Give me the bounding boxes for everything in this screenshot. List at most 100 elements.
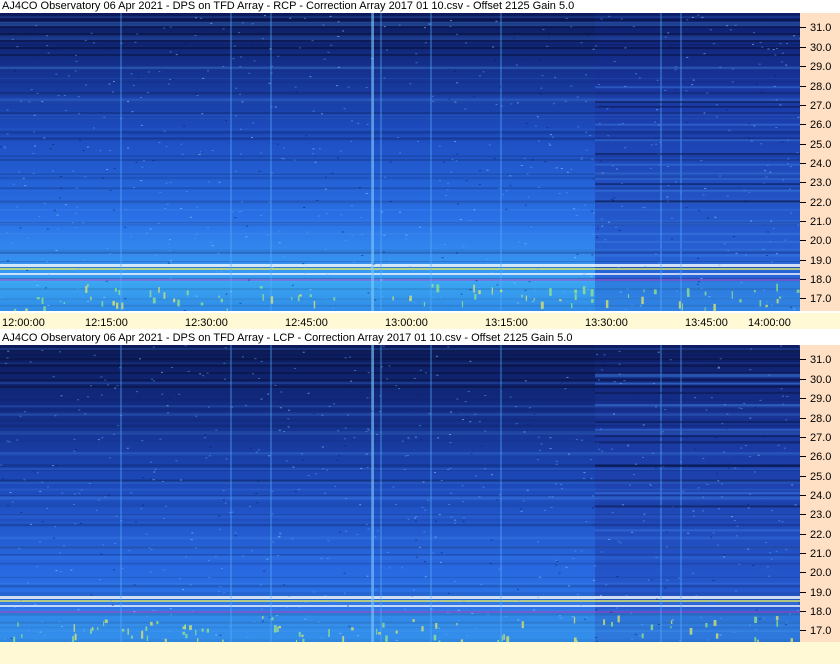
lcp-speckle bbox=[95, 509, 98, 511]
rcp-speckle bbox=[200, 17, 203, 19]
lcp-speckle bbox=[414, 520, 417, 522]
rcp-speckle bbox=[382, 279, 385, 281]
lcp-speckle bbox=[3, 638, 6, 640]
lcp-speckle bbox=[518, 600, 521, 602]
rcp-speckle bbox=[541, 75, 544, 77]
rcp-speckle bbox=[351, 120, 354, 122]
lcp-speckle bbox=[99, 579, 102, 581]
rcp-burst-speck bbox=[678, 301, 681, 309]
lcp-speckle bbox=[266, 558, 269, 560]
rcp-speckle bbox=[218, 181, 221, 183]
rcp-speckle bbox=[671, 238, 674, 240]
lcp-speckle bbox=[141, 504, 144, 506]
rcp-speckle bbox=[239, 302, 242, 304]
rcp-speckle bbox=[92, 127, 95, 129]
rcp-speckle bbox=[513, 37, 516, 39]
rcp-speckle bbox=[34, 145, 37, 147]
rcp-speckle bbox=[534, 125, 537, 127]
lcp-speckle bbox=[662, 431, 665, 433]
lcp-speckle bbox=[723, 451, 726, 453]
rcp-speckle bbox=[381, 211, 384, 213]
rcp-speckle bbox=[357, 123, 360, 125]
rcp-speckle bbox=[495, 103, 498, 105]
rcp-speckle bbox=[456, 33, 459, 35]
lcp-y-tick-mark bbox=[800, 378, 806, 380]
rcp-speckle bbox=[728, 129, 731, 131]
rcp-y-tick-mark bbox=[800, 124, 806, 126]
rcp-speckle bbox=[436, 247, 439, 249]
rcp-speckle bbox=[399, 152, 402, 154]
lcp-speckle bbox=[591, 495, 594, 497]
lcp-speckle bbox=[556, 561, 559, 563]
lcp-speckle bbox=[288, 595, 291, 597]
lcp-speckle bbox=[367, 372, 370, 374]
rcp-burst-speck bbox=[591, 299, 594, 303]
rcp-speckle bbox=[374, 299, 377, 301]
lcp-speckle bbox=[555, 559, 558, 561]
lcp-speckle bbox=[224, 502, 227, 504]
rcp-speckle bbox=[698, 209, 701, 211]
rcp-speckle bbox=[779, 43, 782, 45]
rcp-speckle bbox=[446, 295, 449, 297]
rcp-speckle bbox=[105, 48, 108, 50]
lcp-burst-speck bbox=[610, 621, 613, 627]
lcp-speckle bbox=[415, 539, 418, 541]
rcp-speckle bbox=[384, 176, 387, 178]
rcp-speckle bbox=[170, 260, 173, 262]
rcp-speckle bbox=[84, 176, 87, 178]
rcp-speckle bbox=[447, 182, 450, 184]
rcp-speckle bbox=[270, 72, 273, 74]
rcp-speckle bbox=[198, 154, 201, 156]
lcp-speckle bbox=[702, 496, 705, 498]
lcp-speckle bbox=[781, 521, 784, 523]
rcp-speckle bbox=[20, 100, 23, 102]
lcp-speckle bbox=[307, 615, 310, 617]
lcp-speckle bbox=[52, 465, 55, 467]
rcp-speckle bbox=[613, 197, 616, 199]
lcp-burst-speck bbox=[74, 633, 77, 641]
lcp-speckle bbox=[73, 493, 76, 495]
rcp-speckle bbox=[251, 46, 254, 48]
rcp-speckle bbox=[770, 220, 773, 222]
rcp-speckle bbox=[775, 127, 778, 129]
rcp-speckle bbox=[291, 284, 294, 286]
rcp-speckle bbox=[566, 171, 569, 173]
rcp-speckle bbox=[64, 204, 67, 206]
rcp-speckle bbox=[67, 75, 70, 77]
lcp-speckle bbox=[241, 356, 244, 358]
lcp-burst-speck bbox=[617, 615, 620, 623]
rcp-speckle bbox=[591, 254, 594, 256]
rcp-speckle bbox=[382, 295, 385, 297]
lcp-speckle bbox=[251, 550, 254, 552]
lcp-speckle bbox=[59, 351, 62, 353]
lcp-speckle bbox=[610, 611, 613, 613]
lcp-speckle bbox=[77, 609, 80, 611]
rcp-speckle bbox=[774, 75, 777, 77]
rcp-speckle bbox=[765, 176, 768, 178]
rcp-vertical-streak bbox=[500, 13, 502, 311]
lcp-speckle bbox=[114, 387, 117, 389]
rcp-burst-speck bbox=[491, 287, 493, 295]
rcp-speckle bbox=[312, 110, 315, 112]
rcp-speckle bbox=[697, 14, 700, 16]
lcp-speckle bbox=[336, 459, 339, 461]
rcp-speckle bbox=[270, 106, 273, 108]
rcp-speckle bbox=[169, 51, 172, 53]
lcp-speckle bbox=[423, 398, 426, 400]
rcp-speckle bbox=[314, 161, 317, 163]
lcp-speckle bbox=[165, 505, 168, 507]
rcp-speckle bbox=[729, 29, 732, 31]
rcp-speckle bbox=[26, 269, 29, 271]
lcp-speckle bbox=[411, 596, 414, 598]
rcp-speckle bbox=[166, 203, 169, 205]
rcp-burst-speck bbox=[259, 286, 263, 289]
rcp-right-stripe bbox=[595, 177, 800, 180]
lcp-speckle bbox=[279, 407, 282, 409]
rcp-y-tick-1: 30.0 bbox=[800, 42, 840, 54]
rcp-speckle bbox=[595, 45, 598, 47]
lcp-speckle bbox=[422, 481, 425, 483]
lcp-speckle bbox=[571, 616, 574, 618]
rcp-speckle bbox=[766, 301, 769, 303]
rcp-speckle bbox=[43, 202, 46, 204]
lcp-speckle bbox=[297, 488, 300, 490]
